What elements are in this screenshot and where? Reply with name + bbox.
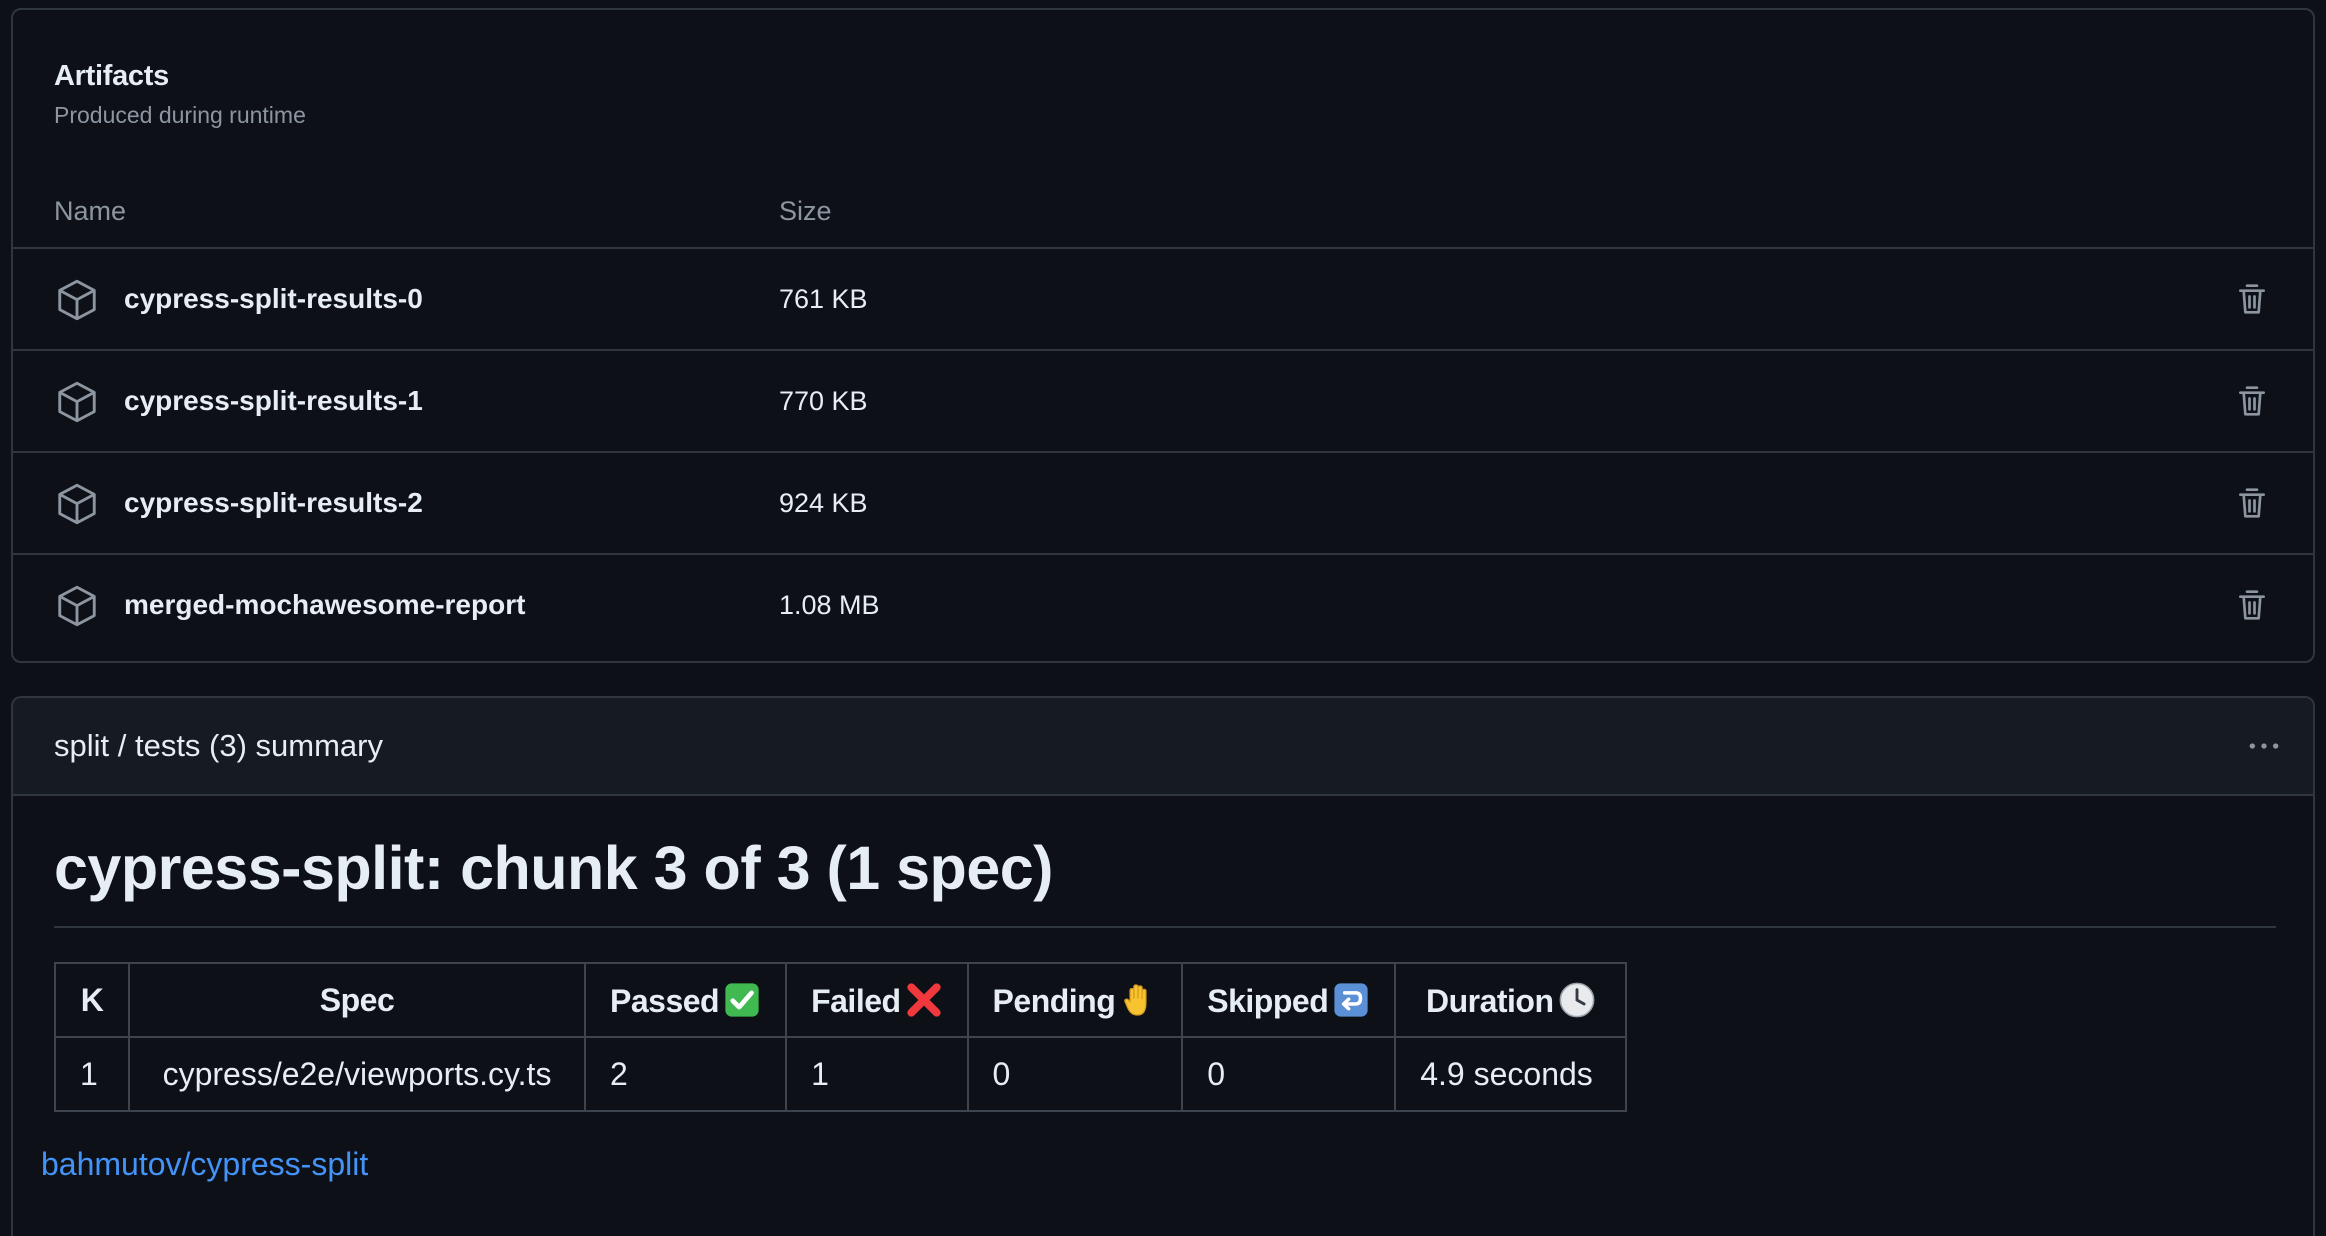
trash-icon[interactable] — [2232, 483, 2272, 523]
cell-duration: 4.9 seconds — [1394, 1036, 1628, 1112]
header-k-label: K — [80, 981, 104, 1018]
header-duration-label: Duration — [1425, 982, 1554, 1019]
header-skipped-label: Skipped — [1207, 982, 1329, 1019]
artifacts-title: Artifacts — [54, 60, 169, 92]
header-duration: Duration — [1394, 962, 1628, 1038]
cross-mark-icon — [906, 982, 941, 1017]
artifact-size: 761 KB — [779, 284, 868, 314]
header-pending: Pending — [966, 962, 1184, 1038]
check-mark-button-icon — [725, 982, 759, 1017]
header-failed: Failed — [785, 962, 969, 1038]
header-spec-label: Spec — [319, 981, 395, 1018]
return-arrow-icon — [1334, 982, 1368, 1017]
cell-failed: 1 — [785, 1036, 969, 1112]
raised-hand-icon — [1124, 983, 1147, 1016]
repo-link[interactable]: bahmutov/cypress-split — [41, 1142, 368, 1186]
artifacts-panel: Artifacts Produced during runtime Name S… — [11, 8, 2315, 663]
header-passed-label: Passed — [610, 982, 720, 1019]
artifact-size: 1.08 MB — [779, 590, 880, 620]
artifact-name-link[interactable]: cypress-split-results-1 — [124, 381, 423, 421]
artifact-name-link[interactable]: cypress-split-results-0 — [124, 279, 423, 319]
artifact-row: cypress-split-results-2 924 KB — [13, 451, 2313, 553]
artifacts-header: Artifacts Produced during runtime — [54, 56, 306, 132]
artifact-size: 924 KB — [779, 488, 868, 518]
trash-icon[interactable] — [2232, 381, 2272, 421]
artifact-row: merged-mochawesome-report 1.08 MB — [13, 553, 2313, 655]
header-k: K — [54, 962, 130, 1038]
clock-icon — [1559, 982, 1594, 1017]
cell-k: 1 — [54, 1036, 130, 1112]
results-table: K Spec Passed Failed Pending Skipped Dur… — [54, 962, 1628, 1112]
artifact-row: cypress-split-results-1 770 KB — [13, 349, 2313, 451]
cell-spec: cypress/e2e/viewports.cy.ts — [128, 1036, 586, 1112]
cell-skipped: 0 — [1181, 1036, 1397, 1112]
summary-header: split / tests (3) summary — [13, 698, 2313, 796]
summary-heading: cypress-split: chunk 3 of 3 (1 spec) — [54, 834, 1053, 902]
artifacts-subtitle: Produced during runtime — [54, 102, 306, 128]
artifact-size: 770 KB — [779, 386, 868, 416]
cell-pending: 0 — [966, 1036, 1184, 1112]
package-icon — [58, 585, 96, 627]
header-passed: Passed — [583, 962, 788, 1038]
summary-title: split / tests (3) summary — [54, 728, 383, 763]
package-icon — [58, 381, 96, 423]
header-pending-label: Pending — [992, 982, 1116, 1019]
artifact-row: cypress-split-results-0 761 KB — [13, 247, 2313, 349]
header-spec: Spec — [128, 962, 586, 1038]
artifact-name-link[interactable]: cypress-split-results-2 — [124, 483, 423, 523]
heading-divider — [54, 926, 2276, 928]
header-failed-label: Failed — [811, 982, 901, 1019]
column-header-size: Size — [779, 196, 832, 226]
header-skipped: Skipped — [1181, 962, 1397, 1038]
package-icon — [58, 483, 96, 525]
column-header-name: Name — [54, 196, 127, 226]
package-icon — [58, 279, 96, 321]
table-row: 1 cypress/e2e/viewports.cy.ts 2 1 0 0 4.… — [54, 1036, 1628, 1112]
cell-passed: 2 — [583, 1036, 788, 1112]
table-header-row: K Spec Passed Failed Pending Skipped Dur… — [54, 962, 1628, 1038]
trash-icon[interactable] — [2232, 585, 2272, 625]
kebab-horizontal-icon[interactable] — [2243, 726, 2285, 766]
trash-icon[interactable] — [2232, 279, 2272, 319]
artifact-name-link[interactable]: merged-mochawesome-report — [124, 585, 525, 625]
